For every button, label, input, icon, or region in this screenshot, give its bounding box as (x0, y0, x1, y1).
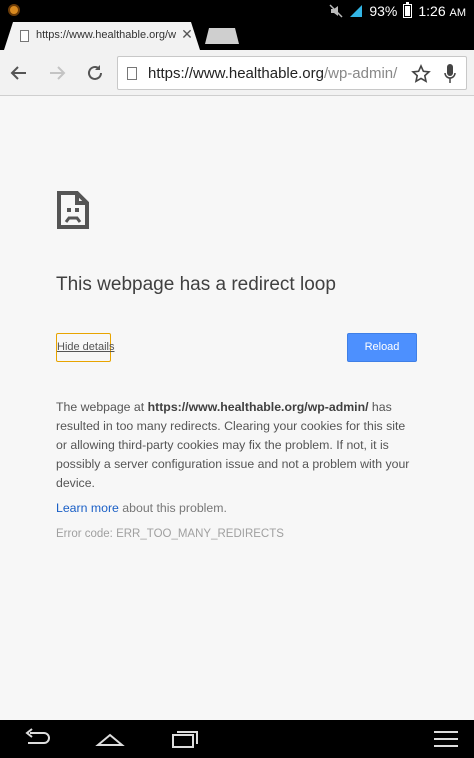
notification-icon (8, 4, 20, 16)
toolbar: https://www.healthable.org/wp-admin/ (0, 50, 474, 96)
nav-recent-apps-icon[interactable] (169, 726, 199, 752)
nav-menu-icon[interactable] (431, 726, 461, 752)
mute-icon (329, 4, 343, 18)
learn-more-suffix: about this problem. (118, 501, 227, 515)
page-icon (20, 30, 29, 42)
star-icon[interactable] (411, 64, 431, 84)
hide-details-button[interactable]: Hide details (56, 333, 114, 362)
back-icon[interactable] (7, 61, 31, 85)
battery-percent: 93% (369, 3, 398, 19)
new-tab-button[interactable] (205, 28, 239, 44)
nav-back-icon[interactable] (22, 726, 52, 752)
desc-url: https://www.healthable.org/wp-admin/ (147, 400, 369, 414)
learn-more-link[interactable]: Learn more (56, 501, 119, 515)
tab-strip: https://www.healthable.org/wp-admin/ ✕ (0, 22, 474, 50)
reload-button[interactable]: Reload (347, 333, 417, 362)
nav-home-icon[interactable] (95, 726, 125, 752)
url-path: /wp-admin/ (323, 65, 398, 82)
url-text[interactable]: https://www.healthable.org/wp-admin/ (148, 65, 397, 82)
nav-bar (0, 720, 474, 758)
omnibox[interactable]: https://www.healthable.org/wp-admin/ (117, 56, 467, 90)
tab-active[interactable]: https://www.healthable.org/wp-admin/ ✕ (4, 22, 200, 50)
desc-prefix: The webpage at (56, 400, 148, 414)
battery-icon (403, 2, 413, 18)
tab-title: https://www.healthable.org/wp-admin/ (36, 29, 176, 41)
clock-suffix: AM (449, 7, 467, 19)
forward-icon[interactable] (45, 61, 69, 85)
status-bar-right: 93% 1:26 AM (329, 2, 466, 20)
error-description: The webpage at https://www.healthable.or… (56, 398, 418, 493)
error-code: Error code: ERR_TOO_MANY_REDIRECTS (56, 528, 284, 540)
status-bar: 93% 1:26 AM (0, 0, 474, 22)
signal-icon (350, 5, 363, 17)
mic-icon[interactable] (443, 63, 457, 85)
error-heading: This webpage has a redirect loop (56, 274, 336, 295)
sad-page-icon (57, 191, 89, 229)
close-icon[interactable]: ✕ (180, 27, 194, 43)
page-icon (127, 67, 137, 80)
error-page: This webpage has a redirect loop Hide de… (0, 96, 474, 720)
learn-more-line: Learn more about this problem. (56, 501, 227, 515)
clock: 1:26 AM (418, 3, 466, 19)
reload-icon[interactable] (83, 61, 107, 85)
url-host: https://www.healthable.org (148, 65, 324, 82)
